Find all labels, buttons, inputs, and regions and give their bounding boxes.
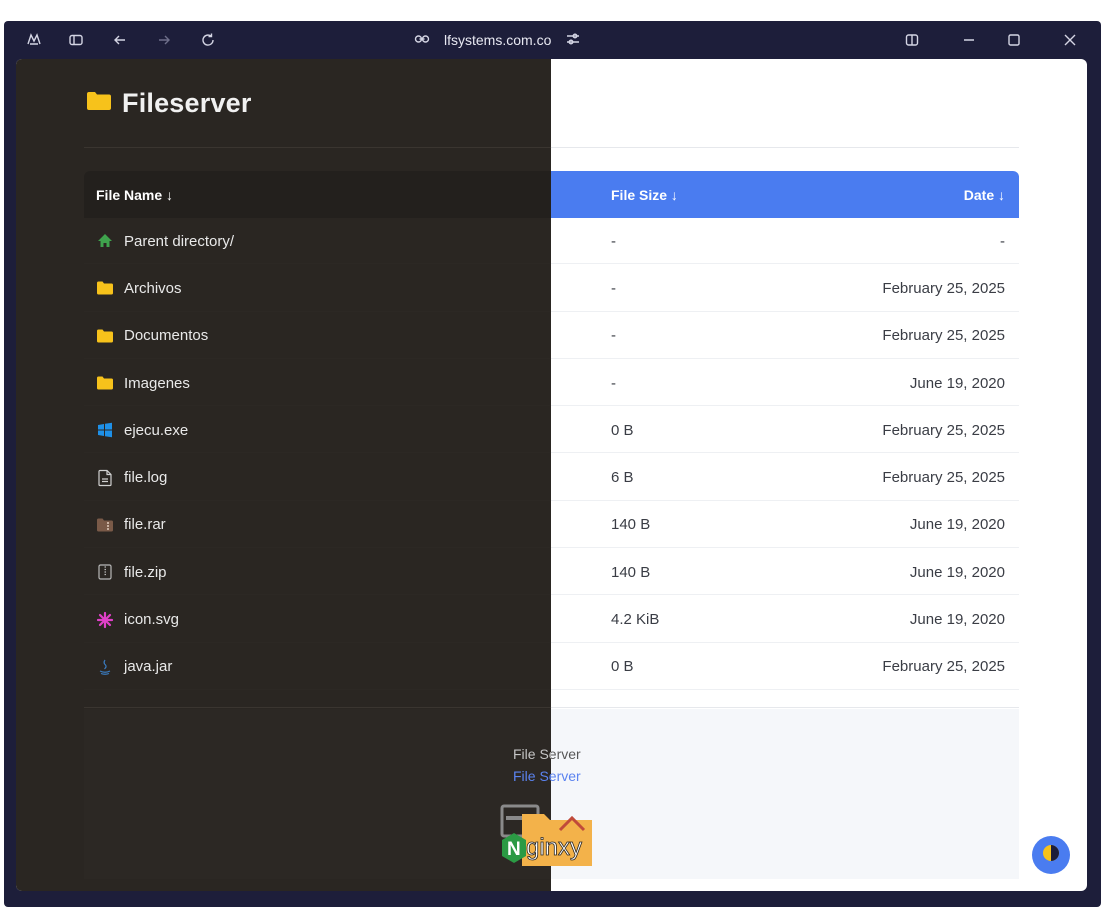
header-date[interactable]: Date ↓ — [811, 187, 1019, 203]
sidebar-toggle-icon[interactable] — [66, 30, 86, 50]
browser-logo-icon[interactable] — [24, 30, 44, 50]
file-size: 4.2 KiB — [611, 611, 660, 629]
minimize-icon[interactable] — [959, 30, 979, 50]
browser-window: lfsystems.com.co Fileserver File Name ↓ … — [4, 21, 1101, 907]
svg-text:N: N — [507, 839, 521, 860]
document-icon — [96, 469, 114, 487]
file-date: June 19, 2020 — [909, 611, 1005, 629]
file-name-link[interactable]: java.jar — [124, 658, 172, 675]
page-title: Fileserver — [86, 87, 252, 119]
archive-rar-icon — [96, 516, 114, 534]
folder-icon — [86, 91, 112, 116]
table-row[interactable]: file.zip 140 B June 19, 2020 — [84, 549, 1019, 597]
split-view-icon[interactable] — [902, 30, 922, 50]
table-row[interactable]: Imagenes - June 19, 2020 — [84, 359, 1019, 408]
footer-title: File Server — [513, 746, 581, 762]
table-row[interactable]: Archivos - February 25, 2025 — [84, 265, 1019, 313]
file-size: - — [611, 374, 616, 392]
file-date: February 25, 2025 — [882, 658, 1005, 676]
file-size: 6 B — [611, 469, 634, 487]
file-name-link[interactable]: file.rar — [124, 516, 166, 533]
file-size: 140 B — [611, 563, 651, 581]
file-name-link[interactable]: Imagenes — [124, 375, 190, 392]
footer-divider — [84, 707, 1019, 708]
close-icon[interactable] — [1060, 30, 1080, 50]
table-row[interactable]: file.log 6 B February 25, 2025 — [84, 454, 1019, 502]
file-name-link[interactable]: icon.svg — [124, 611, 179, 628]
site-settings-icon[interactable] — [565, 31, 581, 50]
table-row[interactable]: Documentos - February 25, 2025 — [84, 312, 1019, 360]
file-date: February 25, 2025 — [882, 327, 1005, 345]
folder-icon — [96, 279, 114, 297]
file-name-link[interactable]: Parent directory/ — [124, 233, 234, 250]
windows-icon — [96, 421, 114, 439]
file-name-link[interactable]: file.zip — [124, 564, 167, 581]
page-title-text: Fileserver — [122, 87, 252, 118]
file-name-link[interactable]: ejecu.exe — [124, 422, 188, 439]
footer-link[interactable]: File Server — [513, 768, 581, 784]
folder-icon — [96, 374, 114, 392]
svg-icon — [96, 611, 114, 629]
nginxy-logo: N ginxy — [492, 800, 612, 880]
file-date: February 25, 2025 — [882, 421, 1005, 439]
file-size: - — [611, 327, 616, 345]
file-name-link[interactable]: Archivos — [124, 280, 182, 297]
link-icon — [414, 31, 430, 50]
table-row[interactable]: file.rar 140 B June 19, 2020 — [84, 501, 1019, 550]
svg-text:ginxy: ginxy — [526, 834, 582, 861]
file-date: - — [1000, 232, 1005, 250]
page-viewport: Fileserver File Name ↓ File Size ↓ Date … — [16, 59, 1087, 891]
table-row[interactable]: icon.svg 4.2 KiB June 19, 2020 — [84, 596, 1019, 644]
file-size: 0 B — [611, 658, 634, 676]
title-divider — [84, 147, 1019, 148]
url-text[interactable]: lfsystems.com.co — [444, 32, 551, 48]
contrast-icon — [1041, 843, 1061, 868]
theme-toggle-button[interactable] — [1032, 836, 1070, 874]
file-size: 0 B — [611, 421, 634, 439]
file-name-link[interactable]: file.log — [124, 469, 167, 486]
file-date: February 25, 2025 — [882, 279, 1005, 297]
reload-icon[interactable] — [198, 30, 218, 50]
archive-zip-icon — [96, 563, 114, 581]
home-icon — [96, 232, 114, 250]
header-file-name[interactable]: File Name ↓ — [84, 187, 611, 203]
file-date: June 19, 2020 — [909, 374, 1005, 392]
header-file-size[interactable]: File Size ↓ — [611, 187, 811, 203]
title-bar: lfsystems.com.co — [4, 21, 1101, 59]
table-header: File Name ↓ File Size ↓ Date ↓ — [84, 171, 1019, 218]
maximize-icon[interactable] — [1004, 30, 1024, 50]
file-size: - — [611, 232, 616, 250]
address-bar[interactable]: lfsystems.com.co — [414, 30, 581, 50]
forward-arrow-icon[interactable] — [154, 30, 174, 50]
file-name-link[interactable]: Documentos — [124, 327, 208, 344]
java-icon — [96, 658, 114, 676]
file-table: File Name ↓ File Size ↓ Date ↓ Parent di… — [84, 171, 1019, 691]
file-size: - — [611, 279, 616, 297]
folder-icon — [96, 327, 114, 345]
table-row[interactable]: ejecu.exe 0 B February 25, 2025 — [84, 407, 1019, 455]
table-row[interactable]: Parent directory/ - - — [84, 218, 1019, 266]
file-size: 140 B — [611, 516, 651, 534]
file-date: February 25, 2025 — [882, 469, 1005, 487]
back-arrow-icon[interactable] — [110, 30, 130, 50]
table-row[interactable]: java.jar 0 B February 25, 2025 — [84, 643, 1019, 691]
file-date: June 19, 2020 — [909, 563, 1005, 581]
file-date: June 19, 2020 — [909, 516, 1005, 534]
